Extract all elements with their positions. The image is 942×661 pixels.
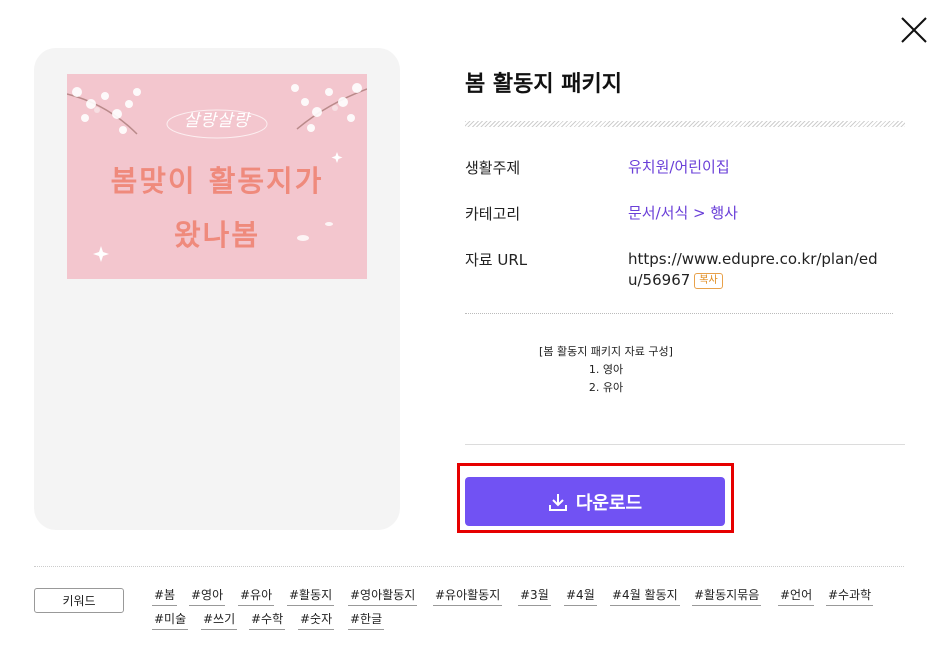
keyword-tag[interactable]: #4월 bbox=[564, 586, 597, 606]
preview-panel: 살랑살랑 봄맞이 활동지가 왔나봄 bbox=[34, 48, 400, 530]
keyword-tag[interactable]: #한글 bbox=[348, 610, 385, 630]
keyword-tag[interactable]: #수과학 bbox=[826, 586, 874, 606]
url-label: 자료 URL bbox=[465, 251, 528, 269]
thumbnail-image: 살랑살랑 봄맞이 활동지가 왔나봄 bbox=[67, 74, 367, 279]
url-value: https://www.edupre.co.kr/plan/edu/56967 bbox=[628, 250, 878, 289]
description-item: 1. 영아 bbox=[588, 363, 624, 376]
keyword-tag[interactable]: #미술 bbox=[152, 610, 189, 630]
keyword-tag[interactable]: #영아활동지 bbox=[348, 586, 418, 606]
theme-label: 생활주제 bbox=[465, 159, 521, 177]
keyword-tag[interactable]: #수학 bbox=[249, 610, 286, 630]
category-label: 카테고리 bbox=[465, 205, 521, 223]
keyword-tag[interactable]: #영아 bbox=[189, 586, 226, 606]
description-heading: [봄 활동지 패키지 자료 구성] bbox=[539, 345, 673, 358]
copy-url-button[interactable]: 복사 bbox=[694, 273, 723, 289]
close-icon bbox=[901, 17, 927, 43]
keyword-tag[interactable]: #활동지묶음 bbox=[692, 586, 762, 606]
info-divider bbox=[465, 313, 893, 314]
keyword-tag[interactable]: #4월 활동지 bbox=[610, 586, 680, 606]
keyword-divider bbox=[34, 566, 904, 567]
keyword-tag[interactable]: #쓰기 bbox=[201, 610, 238, 630]
keyword-tag[interactable]: #3월 bbox=[518, 586, 551, 606]
keyword-tag[interactable]: #유아활동지 bbox=[433, 586, 503, 606]
keyword-tag[interactable]: #언어 bbox=[778, 586, 815, 606]
description-divider bbox=[465, 444, 905, 445]
description: [봄 활동지 패키지 자료 구성] 1. 영아 2. 유아 bbox=[336, 343, 876, 397]
category-link[interactable]: 문서/서식 > 행사 bbox=[628, 203, 888, 224]
description-item: 2. 유아 bbox=[588, 381, 624, 394]
title-divider bbox=[465, 121, 905, 127]
keyword-tag[interactable]: #유아 bbox=[238, 586, 275, 606]
theme-link[interactable]: 유치원/어린이집 bbox=[628, 157, 888, 178]
download-label: 다운로드 bbox=[575, 492, 643, 514]
page-title: 봄 활동지 패키지 bbox=[465, 72, 622, 97]
keyword-tag[interactable]: #숫자 bbox=[298, 610, 335, 630]
keyword-tag[interactable]: #활동지 bbox=[287, 586, 335, 606]
thumbnail-headline: 봄맞이 활동지가 bbox=[110, 164, 324, 198]
thumbnail-subtitle: 살랑살랑 bbox=[183, 111, 251, 131]
keyword-label: 키워드 bbox=[34, 588, 124, 613]
download-icon bbox=[548, 492, 568, 512]
keyword-tag[interactable]: #봄 bbox=[152, 586, 178, 606]
close-button[interactable] bbox=[898, 14, 930, 46]
thumbnail-headline-2: 왔나봄 bbox=[173, 218, 261, 252]
url-value-wrap: https://www.edupre.co.kr/plan/edu/56967 복… bbox=[628, 249, 888, 291]
download-button[interactable]: 다운로드 bbox=[465, 477, 725, 526]
